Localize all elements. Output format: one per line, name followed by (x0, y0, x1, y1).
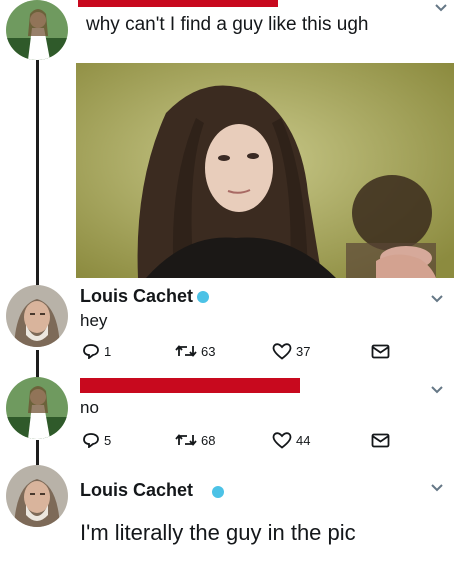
display-name[interactable]: Louis Cachet (80, 480, 193, 501)
reply-icon (83, 433, 99, 448)
avatar[interactable] (6, 465, 68, 527)
redacted-username-bar (78, 0, 278, 7)
retweet-icon (175, 434, 197, 446)
retweet-icon (175, 345, 197, 357)
chevron-down-icon[interactable] (430, 382, 444, 394)
envelope-icon (371, 433, 390, 448)
avatar[interactable] (6, 285, 68, 347)
thread-line-2 (36, 350, 39, 378)
tweet-text: hey (80, 311, 108, 330)
direct-message-button[interactable] (371, 344, 394, 359)
retweet-button[interactable]: 68 (175, 432, 215, 448)
retweet-count: 68 (201, 432, 216, 448)
heart-icon (272, 432, 292, 449)
tweet-photo[interactable] (76, 63, 454, 278)
tweet-text: I'm literally the guy in the pic (80, 520, 356, 545)
direct-message-button[interactable] (371, 433, 394, 448)
tweet-text: why can't I find a guy like this ugh (86, 14, 369, 35)
tweet-text: no (80, 398, 99, 417)
like-button[interactable]: 44 (272, 432, 310, 449)
like-count: 44 (296, 433, 311, 448)
reply-count: 5 (104, 432, 112, 448)
redacted-username-bar (80, 378, 300, 393)
thread-line-1 (36, 60, 39, 285)
reply-button[interactable]: 5 (82, 432, 111, 448)
retweet-button[interactable]: 63 (175, 343, 215, 359)
verified-badge-icon (197, 291, 209, 303)
reply-count: 1 (104, 343, 112, 359)
verified-badge-icon (212, 486, 224, 498)
avatar[interactable] (6, 0, 68, 60)
chevron-down-icon[interactable] (434, 0, 448, 12)
heart-icon (272, 343, 292, 360)
reply-icon (83, 344, 99, 359)
avatar[interactable] (6, 377, 68, 439)
photo-icon (76, 63, 454, 278)
reply-button[interactable]: 1 (82, 343, 111, 359)
chevron-down-icon[interactable] (430, 291, 444, 303)
retweet-count: 63 (201, 343, 216, 359)
chevron-down-icon[interactable] (430, 480, 444, 492)
display-name[interactable]: Louis Cachet (80, 286, 193, 307)
thread-line-3 (36, 440, 39, 465)
like-count: 37 (296, 344, 311, 359)
envelope-icon (371, 344, 390, 359)
like-button[interactable]: 37 (272, 343, 310, 360)
